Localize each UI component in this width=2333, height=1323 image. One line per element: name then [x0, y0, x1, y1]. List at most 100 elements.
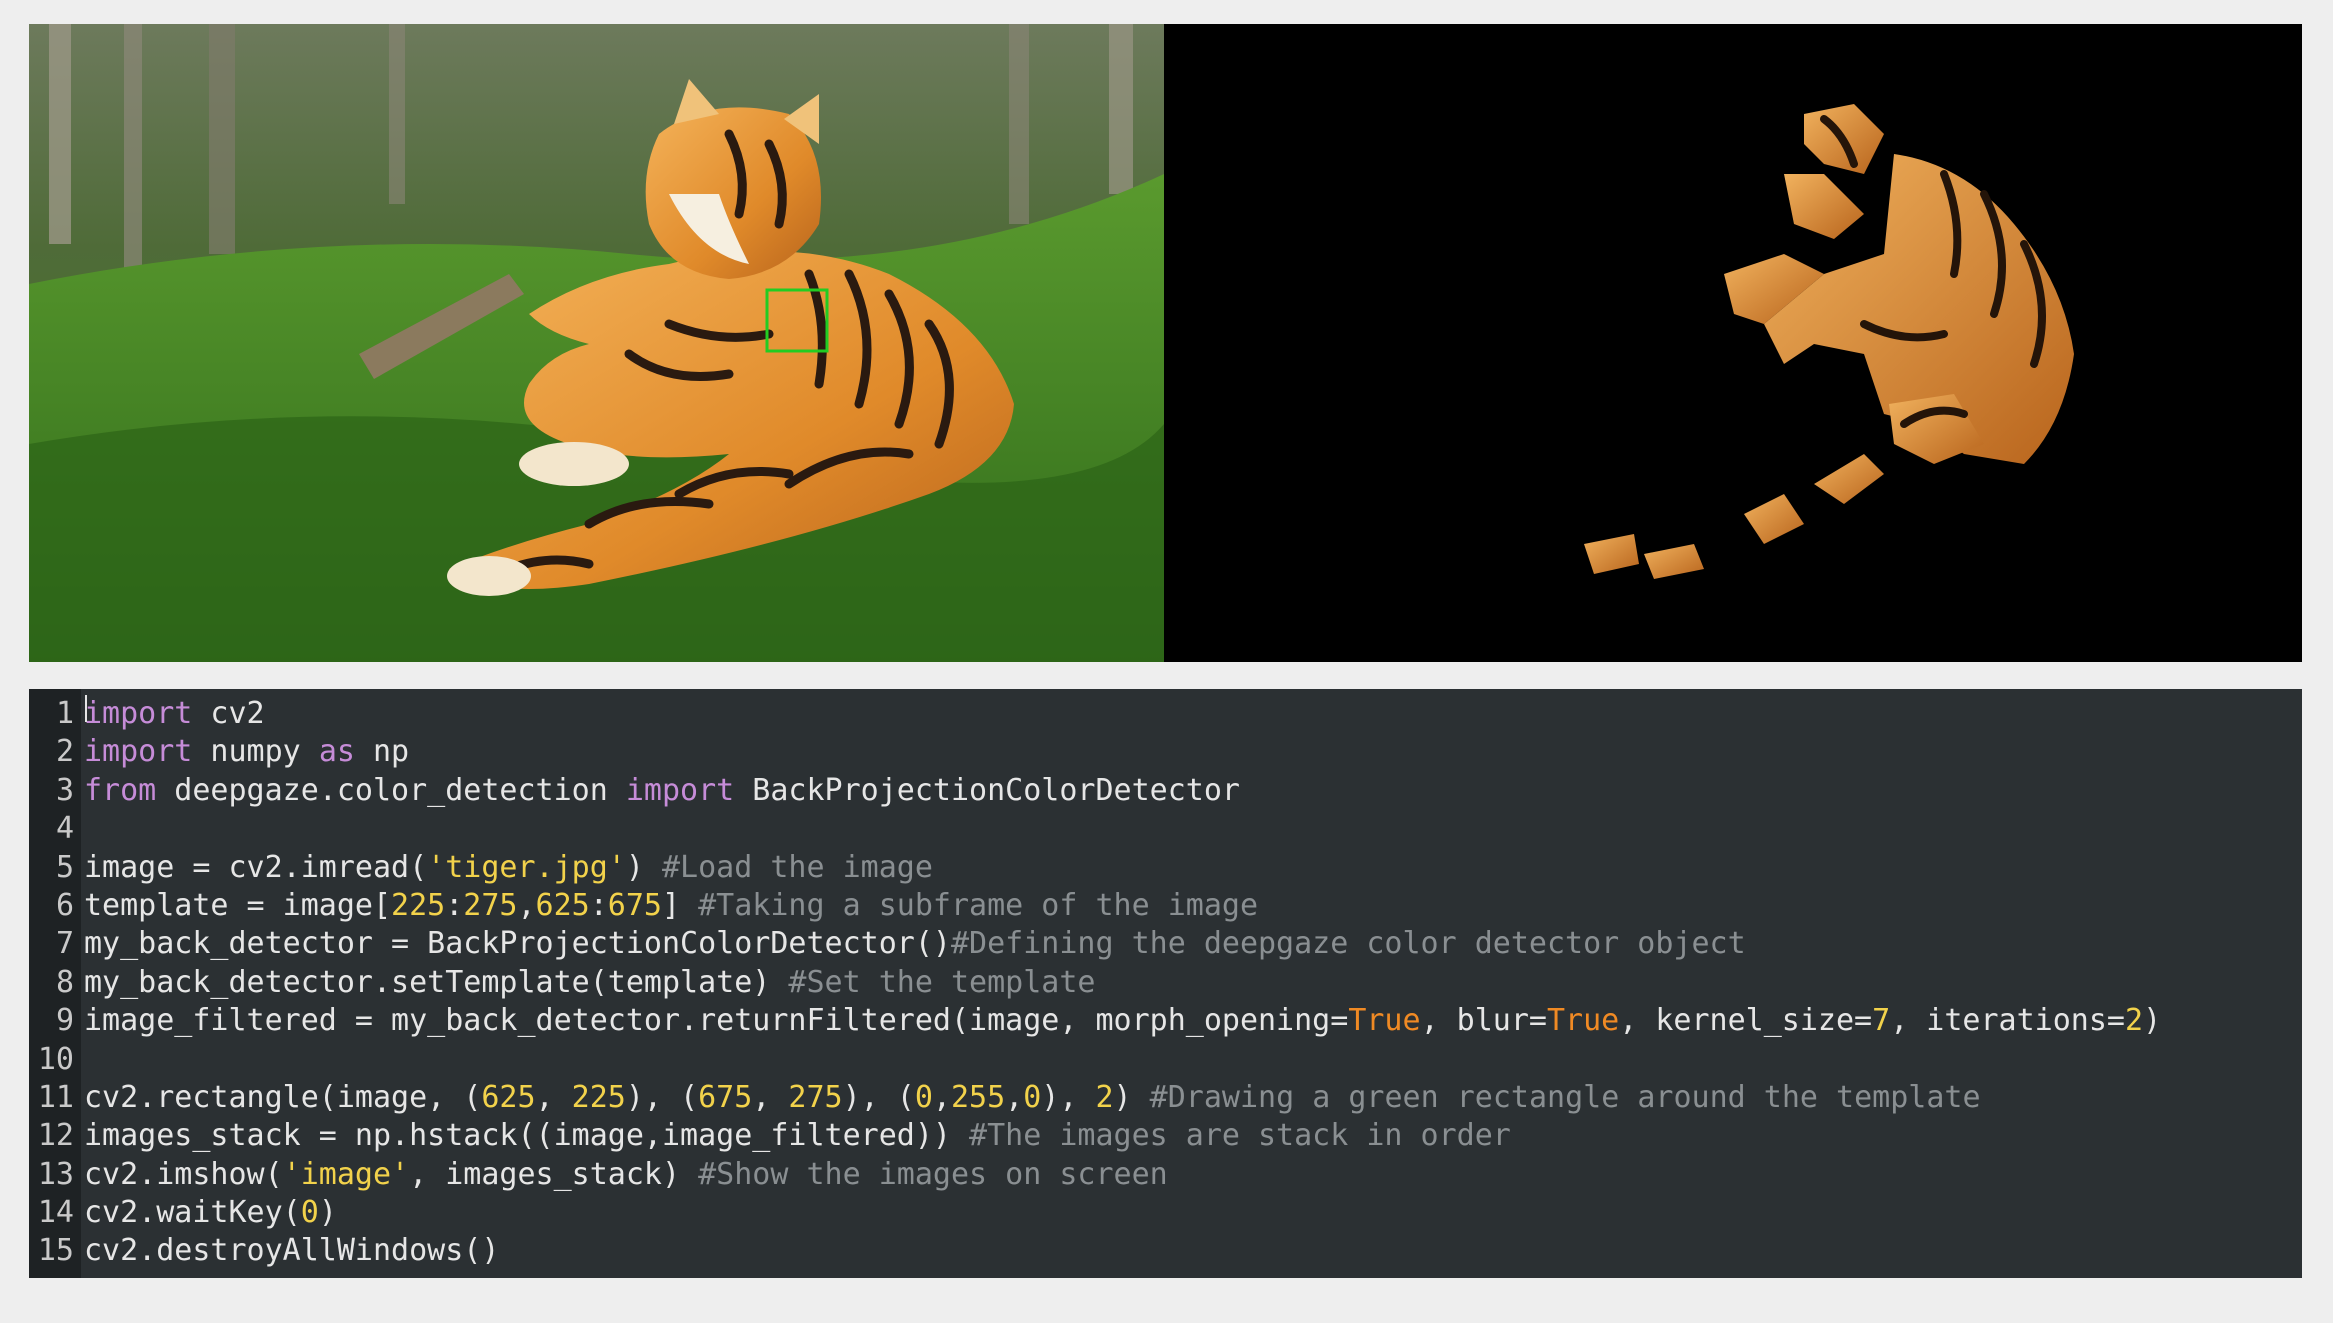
line-number: 13 [37, 1156, 74, 1192]
code-token: 625 [535, 887, 590, 923]
code-token: 'tiger.jpg' [427, 849, 626, 885]
line-number: 1 [55, 696, 74, 731]
code-token: cv2.rectangle(image, ( [84, 1079, 482, 1115]
code-token: 7 [1872, 1003, 1891, 1039]
code-lines: 1 import cv2 2 import numpy as np 3 from deep… [29, 695, 2302, 1271]
code-token: True [1547, 1003, 1620, 1039]
line-source: image = cv2.imread('tiger.jpg') #Load th… [84, 849, 933, 887]
code-token: import [625, 772, 735, 808]
code-token: 'image' [282, 1156, 410, 1192]
code-line[interactable]: 9 image_filtered = my_back_detector.retur… [29, 1002, 2302, 1040]
code-token: my_back_detector.setTemplate(template) [84, 964, 789, 1000]
line-number: 7 [55, 926, 74, 962]
code-token: #Defining the deepgaze color detector ob… [950, 926, 1746, 962]
code-token: ] [661, 887, 699, 923]
line-source: template = image[225:275,625:675] #Takin… [84, 887, 1258, 925]
code-token: ), ( [625, 1079, 699, 1115]
code-token: image_filtered = my_back_detector.return… [84, 1003, 1349, 1039]
text-cursor [85, 695, 87, 722]
code-line[interactable]: 2 import numpy as np [29, 733, 2302, 771]
code-token: 2 [2125, 1003, 2144, 1039]
code-token: images_stack = np.hstack((image,image_fi… [84, 1118, 970, 1154]
code-token: 675 [698, 1079, 753, 1115]
code-token: 275 [463, 887, 518, 923]
code-token: 275 [788, 1079, 843, 1115]
code-token: BackProjectionColorDetector [734, 772, 1240, 808]
line-source: from deepgaze.color_detection import Bac… [84, 772, 1240, 810]
code-token: np [354, 734, 410, 770]
code-token: ), ( [842, 1079, 915, 1115]
code-line[interactable]: 13 cv2.imshow('image', images_stack) #Sho… [29, 1156, 2302, 1194]
line-source: cv2.destroyAllWindows() [84, 1232, 499, 1270]
line-number: 2 [55, 734, 74, 770]
line-number: 11 [37, 1079, 74, 1115]
code-token: , kernel_size= [1619, 1003, 1873, 1039]
code-token: , [1005, 1079, 1024, 1115]
line-source: my_back_detector = BackProjectionColorDe… [84, 925, 1746, 963]
code-editor[interactable]: 1 import cv2 2 import numpy as np 3 from deep… [29, 689, 2302, 1278]
code-token: ) [2143, 1003, 2162, 1039]
code-token: #Drawing a green rectangle around the te… [1149, 1079, 1981, 1115]
code-token: numpy [192, 734, 319, 770]
line-number: 9 [55, 1003, 74, 1039]
line-number: 3 [55, 772, 74, 808]
code-token: 0 [1023, 1079, 1042, 1115]
code-token: ) [1113, 1079, 1150, 1115]
code-token: 255 [950, 1079, 1006, 1115]
code-line[interactable]: 12 images_stack = np.hstack((image,image_… [29, 1117, 2302, 1155]
code-line[interactable]: 15 cv2.destroyAllWindows() [29, 1232, 2302, 1270]
code-token: deepgaze.color_detection [156, 772, 626, 808]
line-source: image_filtered = my_back_detector.return… [84, 1002, 2161, 1040]
code-token: 2 [1095, 1079, 1114, 1115]
tiger-photo [29, 24, 1164, 662]
line-number: 12 [37, 1118, 74, 1154]
line-number: 10 [37, 1041, 74, 1077]
code-line[interactable]: 14 cv2.waitKey(0) [29, 1194, 2302, 1232]
code-token: 225 [391, 887, 446, 923]
code-token: image = cv2.imread( [84, 849, 428, 885]
code-token: , blur= [1420, 1003, 1547, 1039]
code-token: , [752, 1079, 789, 1115]
code-line[interactable]: 7 my_back_detector = BackProjectionColorD… [29, 925, 2302, 963]
screenshot-stage: 1 import cv2 2 import numpy as np 3 from deep… [0, 0, 2333, 1323]
code-token: import [84, 696, 193, 731]
code-token: my_back_detector = BackProjectionColorDe… [84, 926, 951, 962]
code-token: 625 [481, 1079, 536, 1115]
code-line[interactable]: 4 [29, 810, 2302, 848]
code-token: ) [625, 849, 662, 885]
code-token: , [517, 887, 536, 923]
code-token: 675 [607, 887, 662, 923]
line-number: 4 [55, 811, 74, 847]
code-line[interactable]: 5 image = cv2.imread('tiger.jpg') #Load t… [29, 849, 2302, 887]
code-token: from [84, 772, 157, 808]
line-number: 8 [55, 964, 74, 1000]
line-number: 15 [37, 1233, 74, 1269]
filtered-tiger-image [1164, 24, 2302, 662]
line-number: 6 [55, 887, 74, 923]
filtered-tiger-mask [1164, 24, 2302, 662]
code-line[interactable]: 6 template = image[225:275,625:675] #Taki… [29, 887, 2302, 925]
code-token: cv2 [192, 696, 265, 731]
line-source: images_stack = np.hstack((image,image_fi… [84, 1117, 1511, 1155]
code-token: , iterations= [1890, 1003, 2125, 1039]
code-token: , [932, 1079, 951, 1115]
line-source: cv2.imshow('image', images_stack) #Show … [84, 1156, 1168, 1194]
code-token: , [535, 1079, 572, 1115]
code-token: #The images are stack in order [969, 1118, 1511, 1154]
line-source: import cv2 [84, 695, 265, 733]
code-line[interactable]: 10 [29, 1041, 2302, 1079]
tiger-photo-image [29, 24, 1164, 662]
code-line[interactable]: 1 import cv2 [29, 695, 2302, 733]
code-line[interactable]: 11 cv2.rectangle(image, (625, 225), (675,… [29, 1079, 2302, 1117]
code-line[interactable]: 8 my_back_detector.setTemplate(template) … [29, 964, 2302, 1002]
code-token: import [84, 734, 193, 770]
code-token: , images_stack) [409, 1156, 699, 1192]
code-line[interactable]: 3 from deepgaze.color_detection import Ba… [29, 772, 2302, 810]
line-source: import numpy as np [84, 733, 409, 771]
code-token: cv2.waitKey( [84, 1195, 301, 1231]
code-token: ) [318, 1195, 337, 1231]
code-token: #Set the template [788, 964, 1096, 1000]
code-token: #Taking a subframe of the image [698, 887, 1259, 923]
code-token: #Show the images on screen [698, 1156, 1168, 1192]
code-token: template = image[ [84, 887, 392, 923]
